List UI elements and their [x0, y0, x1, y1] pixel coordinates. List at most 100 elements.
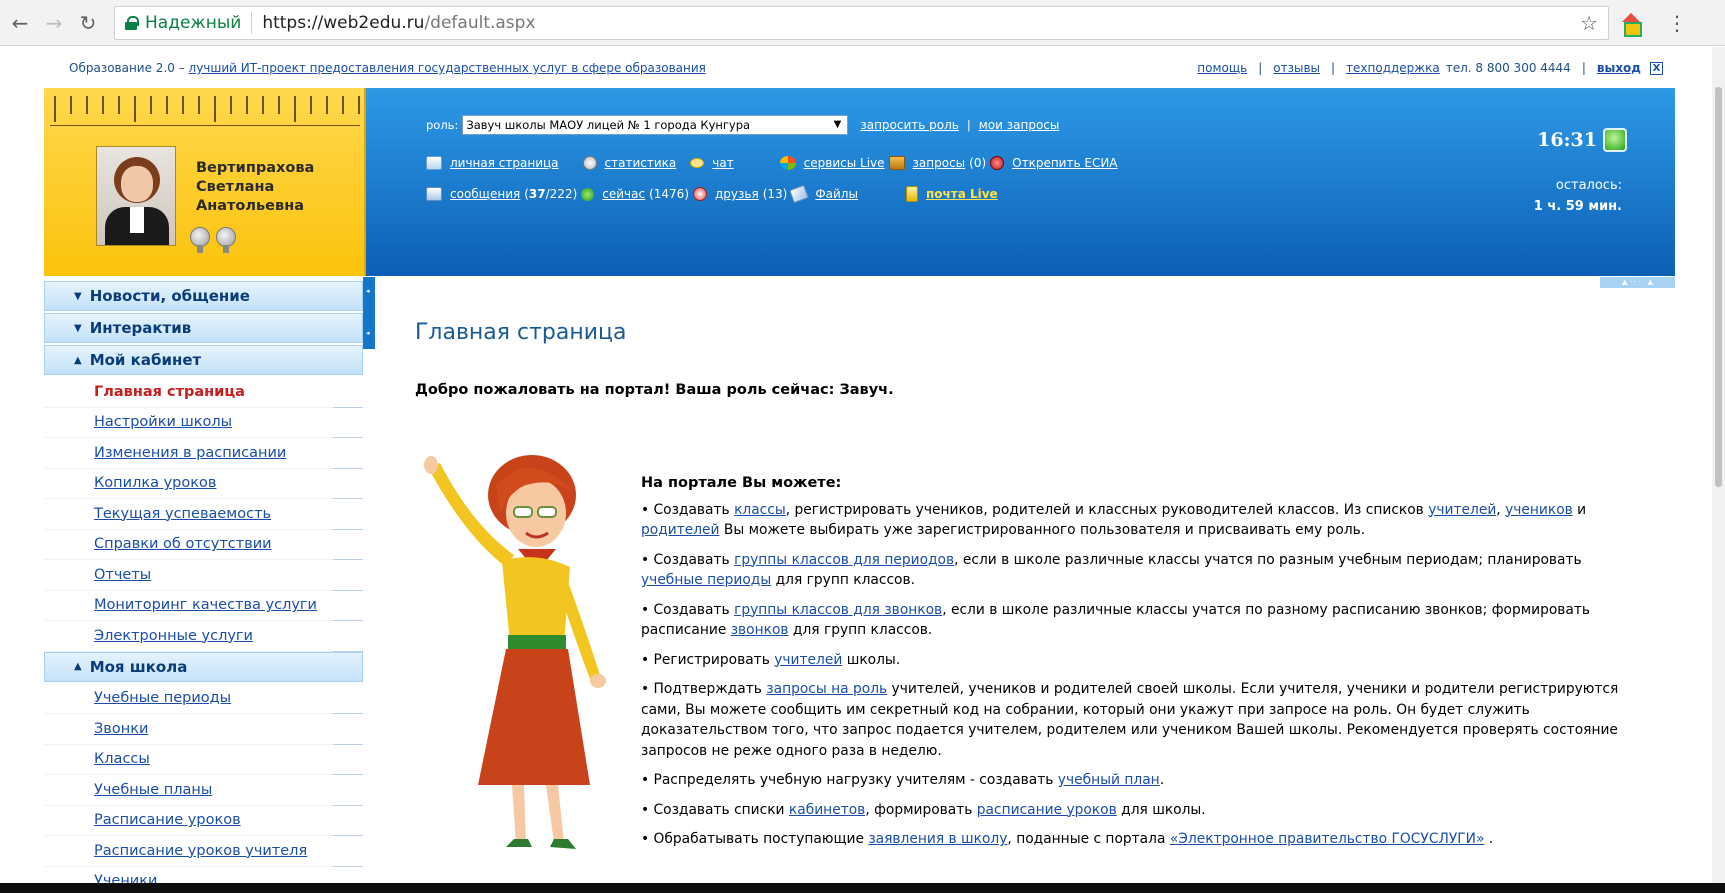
- help-link[interactable]: помощь: [1197, 61, 1247, 75]
- sidebar-section-news[interactable]: ▼ Новости, общение: [44, 281, 363, 311]
- curriculum-link[interactable]: учебный план: [1058, 772, 1160, 788]
- now-online-link[interactable]: сейчас: [602, 187, 645, 201]
- chat-link[interactable]: чат: [712, 156, 733, 170]
- secure-label: Надежный: [145, 12, 242, 33]
- register-teachers-link[interactable]: учителей: [774, 652, 842, 668]
- role-label: роль:: [426, 118, 459, 132]
- user-avatar[interactable]: [96, 146, 176, 246]
- sidebar-item-quality-monitoring[interactable]: Мониторинг качества услуги: [44, 591, 363, 621]
- my-requests-link[interactable]: мои запросы: [979, 118, 1060, 132]
- sidebar-item-timetable[interactable]: Расписание уроков: [44, 806, 363, 836]
- sidebar-item-label[interactable]: Изменения в расписании: [94, 445, 286, 461]
- statistics-link[interactable]: статистика: [605, 156, 677, 170]
- messages-link[interactable]: сообщения: [450, 187, 520, 201]
- sidebar-item-label[interactable]: Настройки школы: [94, 414, 232, 430]
- role-select[interactable]: Завуч школы МАОУ лицей № 1 города Кунгур…: [462, 115, 849, 135]
- sidebar-item-study-periods[interactable]: Учебные периоды: [44, 684, 363, 714]
- sidebar-item-label: Главная страница: [94, 383, 245, 400]
- logout-link[interactable]: выход: [1597, 61, 1641, 75]
- session-status-icon[interactable]: [1603, 128, 1627, 152]
- logout-close-icon[interactable]: X: [1650, 61, 1663, 75]
- clock-stat-icon: [582, 156, 597, 170]
- sidebar-item-label[interactable]: Текущая успеваемость: [94, 506, 271, 522]
- period-groups-link[interactable]: группы классов для периодов: [734, 552, 954, 568]
- friends-item[interactable]: друзья (13): [693, 187, 787, 201]
- page-scrollbar[interactable]: [1712, 47, 1725, 893]
- parents-link[interactable]: родителей: [641, 522, 720, 538]
- personal-page-link[interactable]: личная страница: [450, 156, 559, 170]
- tagline-link[interactable]: лучший ИТ-проект предоставления государс…: [189, 61, 706, 75]
- bookmark-star-icon[interactable]: ☆: [1580, 11, 1598, 35]
- files-icon: [789, 184, 810, 204]
- sidebar-item-label[interactable]: Учебные периоды: [94, 690, 231, 706]
- sidebar-item-label[interactable]: Справки об отсутствии: [94, 536, 272, 552]
- gosuslugi-link[interactable]: «Электронное правительство ГОСУСЛУГИ»: [1170, 831, 1485, 847]
- chat-item[interactable]: чат: [690, 156, 734, 170]
- rooms-link[interactable]: кабинетов: [789, 802, 865, 818]
- sidebar-item-curricula[interactable]: Учебные планы: [44, 775, 363, 806]
- services-live-item[interactable]: сервисы Live: [779, 156, 885, 170]
- browser-menu-icon[interactable]: ⋮: [1667, 11, 1687, 35]
- sidebar-item-classes[interactable]: Классы: [44, 745, 363, 775]
- back-arrow-icon[interactable]: ←: [6, 9, 34, 37]
- sidebar-item-label[interactable]: Мониторинг качества услуги: [94, 597, 317, 613]
- sidebar-item-label[interactable]: Расписание уроков: [94, 812, 241, 828]
- files-link[interactable]: Файлы: [815, 187, 858, 201]
- forward-arrow-icon[interactable]: →: [40, 9, 68, 37]
- teachers-link[interactable]: учителей: [1428, 502, 1496, 518]
- support-link[interactable]: техподдержка: [1346, 61, 1440, 75]
- extension-house-icon[interactable]: [1619, 11, 1643, 37]
- sidebar-item-e-services[interactable]: Электронные услуги: [44, 621, 363, 652]
- now-online-item[interactable]: сейчас (1476): [581, 187, 689, 201]
- address-bar[interactable]: Надежный https://web2edu.ru/default.aspx…: [114, 5, 1609, 40]
- sidebar-item-label[interactable]: Учебные планы: [94, 782, 212, 798]
- sidebar-section-my-school[interactable]: ▲ Моя школа: [44, 651, 363, 682]
- request-role-link[interactable]: запросить роль: [860, 118, 959, 132]
- sidebar-item-teacher-timetable[interactable]: Расписание уроков учителя: [44, 836, 363, 867]
- role-requests-link[interactable]: запросы на роль: [766, 681, 887, 697]
- sidebar-item-current-progress[interactable]: Текущая успеваемость: [44, 499, 363, 530]
- ruler-tick: [150, 96, 152, 114]
- personal-page-item[interactable]: личная страница: [426, 156, 559, 170]
- unlink-esia-item[interactable]: Открепить ЕСИА: [990, 156, 1118, 170]
- services-live-link[interactable]: сервисы Live: [804, 156, 885, 170]
- scrollbar-thumb[interactable]: [1715, 87, 1722, 487]
- mail-live-item[interactable]: почта Live: [905, 186, 998, 202]
- sidebar-item-lesson-bank[interactable]: Копилка уроков: [44, 469, 363, 499]
- files-item[interactable]: Файлы: [789, 184, 858, 204]
- sidebar-item-label[interactable]: Классы: [94, 751, 150, 767]
- header-menu-row-2: сообщения (37/222) сейчас (1476) друзья …: [426, 184, 1013, 204]
- friends-link[interactable]: друзья: [715, 187, 759, 201]
- sidebar-section-my-cabinet[interactable]: ▲ Мой кабинет: [44, 345, 363, 375]
- sidebar-section-interactive[interactable]: ▼ Интерактив: [44, 313, 363, 343]
- sidebar-item-label[interactable]: Расписание уроков учителя: [94, 843, 307, 859]
- sidebar-item-absence-notes[interactable]: Справки об отсутствии: [44, 530, 363, 560]
- sidebar-item-bells[interactable]: Звонки: [44, 714, 363, 745]
- school-applications-link[interactable]: заявления в школу: [868, 831, 1007, 847]
- study-periods-link[interactable]: учебные периоды: [641, 572, 771, 588]
- sidebar-item-school-settings[interactable]: Настройки школы: [44, 408, 363, 438]
- requests-link[interactable]: запросы: [913, 156, 966, 170]
- sidebar-item-reports[interactable]: Отчеты: [44, 560, 363, 591]
- reviews-link[interactable]: отзывы: [1273, 61, 1320, 75]
- sidebar-collapse-handle[interactable]: ◂ ◂: [363, 277, 375, 349]
- timetable-link[interactable]: расписание уроков: [977, 802, 1117, 818]
- bell-groups-link[interactable]: группы классов для звонков: [734, 602, 942, 618]
- reload-icon[interactable]: ↻: [74, 9, 102, 37]
- bells-link[interactable]: звонков: [731, 622, 789, 638]
- sidebar-item-schedule-changes[interactable]: Изменения в расписании: [44, 438, 363, 469]
- sidebar-item-label[interactable]: Звонки: [94, 721, 148, 737]
- sidebar-item-home[interactable]: Главная страница: [44, 377, 363, 408]
- unlink-esia-link[interactable]: Открепить ЕСИА: [1012, 156, 1117, 170]
- sidebar-item-label[interactable]: Отчеты: [94, 567, 151, 583]
- mail-live-link[interactable]: почта Live: [926, 187, 998, 201]
- requests-item[interactable]: запросы (0): [888, 156, 986, 170]
- header-collapse-handle[interactable]: ▲ · · · · ▲: [1600, 277, 1675, 288]
- sidebar-item-label[interactable]: Электронные услуги: [94, 628, 253, 644]
- messages-item[interactable]: сообщения (37/222): [426, 187, 577, 201]
- classes-link[interactable]: классы: [734, 502, 786, 518]
- sidebar-item-label[interactable]: Копилка уроков: [94, 475, 216, 491]
- students-link[interactable]: учеников: [1505, 502, 1573, 518]
- statistics-item[interactable]: статистика: [582, 156, 677, 170]
- user-name[interactable]: Вертипрахова Светлана Анатольевна: [196, 159, 314, 216]
